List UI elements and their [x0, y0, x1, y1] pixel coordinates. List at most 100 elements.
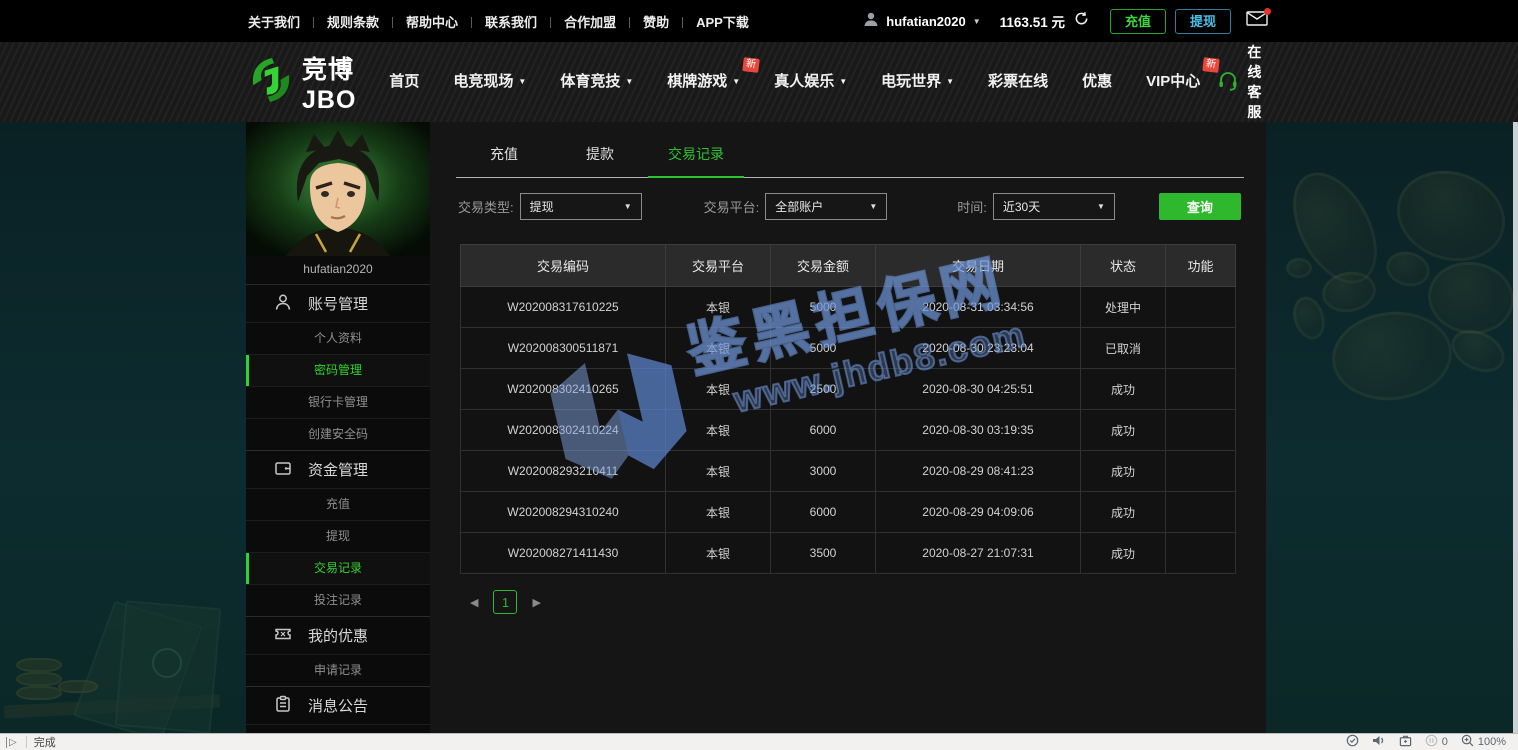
site-logo[interactable]: 竞博JBO [248, 50, 356, 115]
platform-label: 交易平台: [704, 197, 760, 216]
cell-platform: 本银 [666, 533, 771, 574]
link-rules[interactable]: 规则条款 [327, 12, 406, 31]
sidebar-item-withdraw[interactable]: 提现 [246, 520, 430, 552]
transaction-type-label: 交易类型: [458, 197, 514, 216]
link-contact[interactable]: 联系我们 [485, 12, 564, 31]
username-label: hufatian2020 [886, 14, 965, 29]
user-icon [274, 293, 292, 315]
cell-amount: 5000 [771, 287, 876, 328]
cell-code: W202008300511871 [461, 328, 666, 369]
time-select[interactable]: 近30天 [993, 193, 1115, 220]
security-check-icon[interactable] [1346, 734, 1359, 750]
tab-deposit[interactable]: 充值 [456, 144, 552, 177]
sidebar-section-messages[interactable]: 消息公告 [246, 686, 430, 724]
mail-icon[interactable] [1246, 11, 1268, 31]
avatar[interactable] [246, 122, 430, 256]
link-about[interactable]: 关于我们 [248, 12, 327, 31]
cell-status: 成功 [1081, 451, 1166, 492]
sidebar-section-funds[interactable]: 资金管理 [246, 450, 430, 488]
withdraw-button[interactable]: 提现 [1175, 9, 1231, 34]
deposit-button[interactable]: 充值 [1110, 9, 1166, 34]
tools-icon[interactable] [1399, 734, 1412, 750]
online-service[interactable]: 在线客服 [1217, 42, 1266, 122]
item-label: 个人资料 [314, 331, 362, 345]
transaction-type-select[interactable]: 提现 [520, 193, 642, 220]
logo-text: 竞博JBO [302, 50, 356, 115]
nav-item-board-games[interactable]: 棋牌游戏新 [650, 42, 757, 122]
nav-label: 体育竞技 [560, 73, 620, 90]
nav-item-promotions[interactable]: 优惠 [1065, 42, 1129, 122]
cell-code: W202008271411430 [461, 533, 666, 574]
sound-icon[interactable] [1372, 734, 1386, 750]
sidebar-item-deposit[interactable]: 充值 [246, 488, 430, 520]
nav-item-esports-live[interactable]: 电竞现场 [436, 42, 543, 122]
nav-item-vip[interactable]: VIP中心新 [1129, 42, 1217, 122]
tab-label: 提款 [586, 146, 614, 162]
tab-withdraw[interactable]: 提款 [552, 144, 648, 177]
sidebar-item-bank-cards[interactable]: 银行卡管理 [246, 386, 430, 418]
cell-code: W202008302410224 [461, 410, 666, 451]
sidebar-item-transactions[interactable]: 交易记录 [246, 552, 430, 584]
cell-code: W202008317610225 [461, 287, 666, 328]
headset-icon [1217, 70, 1239, 95]
status-text: 完成 [34, 734, 56, 750]
prev-page-icon[interactable] [470, 596, 478, 609]
sidebar-item-profile[interactable]: 个人资料 [246, 322, 430, 354]
sidebar-section-promotions[interactable]: 我的优惠 [246, 616, 430, 654]
link-app-download[interactable]: APP下载 [696, 12, 749, 31]
balance-label: 1163.51 元 [1000, 11, 1065, 31]
jbo-logo-icon [248, 57, 294, 108]
nav-item-arcade[interactable]: 电玩世界 [864, 42, 971, 122]
cell-date: 2020-08-30 04:25:51 [876, 369, 1081, 410]
user-menu[interactable]: hufatian2020 [863, 11, 980, 32]
cell-code: W202008302410265 [461, 369, 666, 410]
blocked-count: 0 [1442, 736, 1448, 748]
refresh-balance-icon[interactable] [1074, 11, 1089, 31]
nav-label: 首页 [389, 73, 419, 90]
vertical-scrollbar[interactable] [1513, 122, 1518, 733]
top-utility-bar: 关于我们 规则条款 帮助中心 联系我们 合作加盟 赞助 APP下载 hufati… [0, 0, 1518, 42]
sidebar-item-application-records[interactable]: 申请记录 [246, 654, 430, 686]
nav-item-sports[interactable]: 体育竞技 [543, 42, 650, 122]
sidebar-item-bet-records[interactable]: 投注记录 [246, 584, 430, 616]
select-value: 近30天 [1003, 198, 1040, 215]
sidebar-item-password[interactable]: 密码管理 [246, 354, 430, 386]
table-row: W202008302410224 本银 6000 2020-08-30 03:1… [461, 410, 1236, 451]
mail-notification-dot [1264, 8, 1271, 15]
tab-transactions[interactable]: 交易记录 [648, 144, 744, 178]
sidebar-section-account[interactable]: 账号管理 [246, 284, 430, 322]
table-row: W202008271411430 本银 3500 2020-08-27 21:0… [461, 533, 1236, 574]
next-page-icon[interactable] [532, 596, 540, 609]
cell-platform: 本银 [666, 492, 771, 533]
nav-menu: 首页 电竞现场 体育竞技 棋牌游戏新 真人娱乐 电玩世界 彩票在线 优惠 VIP… [372, 42, 1217, 122]
platform-select[interactable]: 全部账户 [765, 193, 887, 220]
table-row: W202008302410265 本银 2500 2020-08-30 04:2… [461, 369, 1236, 410]
cell-code: W202008294310240 [461, 492, 666, 533]
link-help[interactable]: 帮助中心 [406, 12, 485, 31]
zoom-icon [1461, 734, 1474, 750]
link-sponsor[interactable]: 赞助 [643, 12, 696, 31]
search-button[interactable]: 查询 [1159, 193, 1241, 220]
nav-label: 棋牌游戏 [667, 73, 727, 90]
online-service-label: 在线客服 [1247, 42, 1266, 122]
item-label: 创建安全码 [308, 427, 368, 441]
item-label: 密码管理 [314, 363, 362, 377]
cell-status: 已取消 [1081, 328, 1166, 369]
col-header-platform: 交易平台 [666, 245, 771, 287]
blocked-popups-group[interactable]: 0 [1425, 734, 1448, 750]
cell-amount: 3000 [771, 451, 876, 492]
nav-label: 真人娱乐 [774, 73, 834, 90]
nav-item-home[interactable]: 首页 [372, 42, 436, 122]
zoom-control[interactable]: 100% [1461, 734, 1506, 750]
nav-item-lottery[interactable]: 彩票在线 [971, 42, 1065, 122]
cell-date: 2020-08-30 03:19:35 [876, 410, 1081, 451]
item-label: 投注记录 [314, 593, 362, 607]
col-header-code: 交易编码 [461, 245, 666, 287]
link-affiliate[interactable]: 合作加盟 [564, 12, 643, 31]
sidebar-item-security-code[interactable]: 创建安全码 [246, 418, 430, 450]
item-label: 银行卡管理 [308, 395, 368, 409]
page-number[interactable]: 1 [493, 590, 517, 614]
nav-item-live-casino[interactable]: 真人娱乐 [757, 42, 864, 122]
nav-label: 电玩世界 [881, 73, 941, 90]
table-row: W202008293210411 本银 3000 2020-08-29 08:4… [461, 451, 1236, 492]
